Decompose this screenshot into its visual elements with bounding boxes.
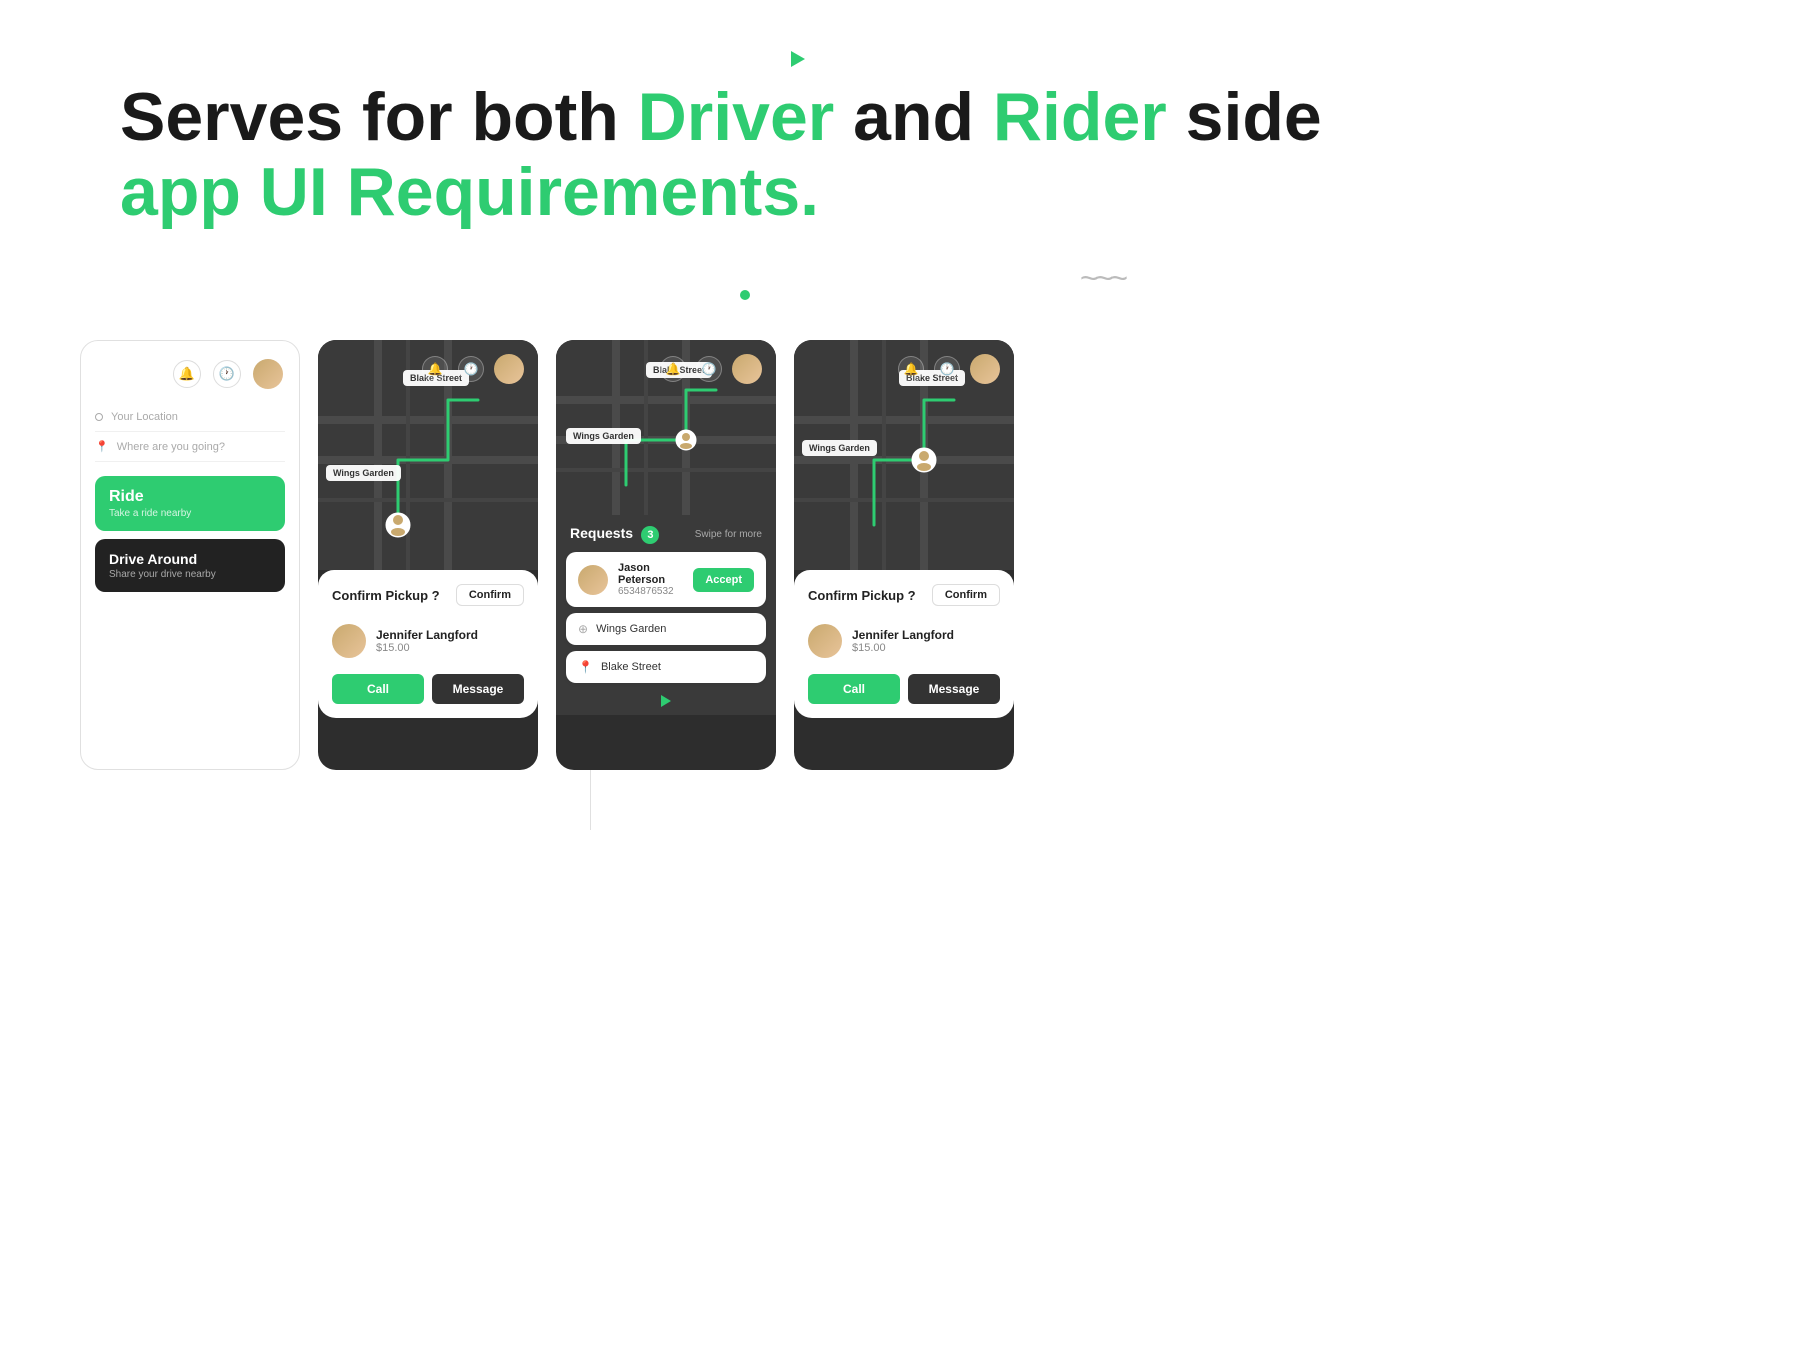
- requester-phone: 6534876532: [618, 586, 683, 597]
- light-header: 🔔 🕐: [81, 341, 299, 399]
- location-wings-label: Wings Garden: [596, 623, 666, 635]
- bell-icon-dark-4[interactable]: 🔔: [898, 356, 924, 382]
- location-row-wings: ⊕ Wings Garden: [566, 613, 766, 645]
- rider-avatar-2: [332, 624, 366, 658]
- accept-button[interactable]: Accept: [693, 568, 754, 592]
- message-button-4[interactable]: Message: [908, 674, 1000, 704]
- drive-title: Drive Around: [109, 551, 271, 567]
- screen-dark-confirm: 🔔 🕐: [318, 340, 538, 770]
- deco-dot-1: [740, 290, 750, 300]
- ride-button[interactable]: Ride Take a ride nearby: [95, 476, 285, 531]
- bottom-card-4: Confirm Pickup ? Confirm Jennifer Langfo…: [794, 570, 1014, 718]
- clock-icon-dark-3[interactable]: 🕐: [696, 356, 722, 382]
- clock-icon[interactable]: 🕐: [213, 360, 241, 388]
- confirm-button[interactable]: Confirm: [456, 584, 524, 606]
- blake-icon: 📍: [578, 660, 593, 674]
- avatar[interactable]: [253, 359, 283, 389]
- screens-container: 🔔 🕐 Your Location 📍 Where are you going?…: [80, 340, 1014, 770]
- avatar-dark-4[interactable]: [970, 354, 1000, 384]
- action-btns-2: Call Message: [332, 674, 524, 704]
- where-going-input[interactable]: 📍 Where are you going?: [95, 432, 285, 462]
- clock-icon-dark[interactable]: 🕐: [458, 356, 484, 382]
- header-section: Serves for both Driver and Rider side ap…: [120, 80, 1322, 230]
- location-row-blake: 📍 Blake Street: [566, 651, 766, 683]
- requests-label: Requests: [570, 525, 633, 541]
- confirm-row-4: Confirm Pickup ? Confirm: [808, 584, 1000, 606]
- your-location-input[interactable]: Your Location: [95, 403, 285, 432]
- header-driver: Driver: [638, 79, 835, 155]
- rider-price-2: $15.00: [376, 642, 478, 654]
- your-location-label: Your Location: [111, 411, 178, 423]
- rider-price-4: $15.00: [852, 642, 954, 654]
- avatar-dark[interactable]: [494, 354, 524, 384]
- header-prefix: Serves for both: [120, 79, 638, 155]
- avatar-dark-3[interactable]: [732, 354, 762, 384]
- map-label-wings-4: Wings Garden: [802, 440, 877, 456]
- requests-title-area: Requests 3: [570, 525, 659, 544]
- rider-details-4: Jennifer Langford $15.00: [852, 628, 954, 654]
- play-button-area: [556, 689, 776, 713]
- location-dot-icon: [95, 413, 103, 421]
- wings-icon: ⊕: [578, 622, 588, 636]
- where-going-label: Where are you going?: [117, 441, 225, 453]
- call-button-2[interactable]: Call: [332, 674, 424, 704]
- confirm-button-4[interactable]: Confirm: [932, 584, 1000, 606]
- ride-subtitle: Take a ride nearby: [109, 508, 271, 519]
- action-btns-4: Call Message: [808, 674, 1000, 704]
- requests-section: Requests 3 Swipe for more Jason Peterson…: [556, 515, 776, 715]
- rider-name-2: Jennifer Langford: [376, 628, 478, 642]
- header-rider: Rider: [993, 79, 1167, 155]
- requests-header: Requests 3 Swipe for more: [556, 515, 776, 552]
- bell-icon[interactable]: 🔔: [173, 360, 201, 388]
- bell-icon-dark[interactable]: 🔔: [422, 356, 448, 382]
- screen-dark-confirm-2: 🔔 🕐 Blake Street Wings Garden: [794, 340, 1014, 770]
- requests-count: 3: [641, 526, 659, 544]
- location-blake-label: Blake Street: [601, 661, 661, 673]
- rider-details-2: Jennifer Langford $15.00: [376, 628, 478, 654]
- dark-header-3: 🔔 🕐: [556, 340, 776, 392]
- pin-icon: 📍: [95, 440, 109, 453]
- confirm-text: Confirm Pickup ?: [332, 588, 440, 603]
- map-label-wings-2: Wings Garden: [326, 465, 401, 481]
- deco-squiggle: ~~~: [1080, 260, 1124, 297]
- dark-header-4: 🔔 🕐: [794, 340, 1014, 392]
- screen-light: 🔔 🕐 Your Location 📍 Where are you going?…: [80, 340, 300, 770]
- rider-name-4: Jennifer Langford: [852, 628, 954, 642]
- request-item: Jason Peterson 6534876532 Accept: [566, 552, 766, 607]
- clock-icon-dark-4[interactable]: 🕐: [934, 356, 960, 382]
- drive-button[interactable]: Drive Around Share your drive nearby: [95, 539, 285, 592]
- confirm-row: Confirm Pickup ? Confirm: [332, 584, 524, 606]
- header-line2: app UI Requirements.: [120, 155, 1322, 230]
- call-button-4[interactable]: Call: [808, 674, 900, 704]
- map-label-wings-3: Wings Garden: [566, 428, 641, 444]
- header-line1: Serves for both Driver and Rider side: [120, 80, 1322, 155]
- header-middle: and: [834, 79, 993, 155]
- play-icon[interactable]: [661, 695, 671, 707]
- requester-name: Jason Peterson: [618, 562, 683, 586]
- confirm-text-4: Confirm Pickup ?: [808, 588, 916, 603]
- header-suffix: side: [1167, 79, 1322, 155]
- bell-icon-dark-3[interactable]: 🔔: [660, 356, 686, 382]
- deco-triangle-1: [791, 51, 805, 67]
- ride-title: Ride: [109, 488, 271, 506]
- rider-info-4: Jennifer Langford $15.00: [808, 616, 1000, 666]
- bottom-card-2: Confirm Pickup ? Confirm Jennifer Langfo…: [318, 570, 538, 718]
- rider-avatar-4: [808, 624, 842, 658]
- request-info: Jason Peterson 6534876532: [618, 562, 683, 597]
- rider-info-2: Jennifer Langford $15.00: [332, 616, 524, 666]
- message-button-2[interactable]: Message: [432, 674, 524, 704]
- screen-requests: 🔔 🕐 Blake Street Wings Garden: [556, 340, 776, 770]
- location-inputs: Your Location 📍 Where are you going?: [81, 403, 299, 462]
- swipe-text: Swipe for more: [695, 529, 762, 540]
- requester-avatar: [578, 565, 608, 595]
- drive-subtitle: Share your drive nearby: [109, 569, 271, 580]
- dark-header-2: 🔔 🕐: [318, 340, 538, 392]
